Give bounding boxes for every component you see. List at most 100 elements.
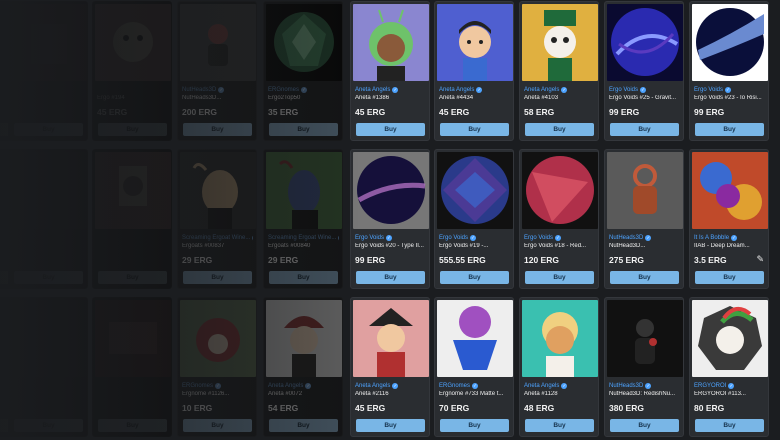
nft-thumbnail[interactable] <box>266 300 342 377</box>
collection-name[interactable]: Aneta Angels <box>524 87 559 93</box>
nft-title[interactable]: Ergo Voids #23 - Io Risi... <box>694 95 765 104</box>
nft-title[interactable]: Ergoats #00840 <box>268 243 339 252</box>
collection-link[interactable]: Ergo Voids ✓ <box>524 233 595 242</box>
buy-button[interactable]: Buy <box>14 271 83 284</box>
nft-card[interactable]: ERGnomes ✓ Ergnome #1126... 10 ERG Buy <box>177 297 257 437</box>
collection-name[interactable]: Ergo Voids <box>694 87 723 93</box>
collection-link[interactable] <box>97 381 168 390</box>
nft-card[interactable]: NutHeads3D ✓ NutHeads3D... 200 ERG Buy <box>177 1 257 141</box>
nft-title[interactable]: Ergnome #1126... <box>182 391 253 400</box>
nft-thumbnail[interactable] <box>522 152 598 229</box>
buy-button[interactable]: Buy <box>98 271 167 284</box>
collection-link[interactable]: Ergo Voids ✓ <box>694 85 765 94</box>
collection-link[interactable]: Aneta Angels ✓ <box>524 381 595 390</box>
nft-thumbnail[interactable] <box>607 4 683 81</box>
buy-button[interactable]: Buy <box>14 419 83 432</box>
nft-thumbnail[interactable] <box>692 152 768 229</box>
nft-thumbnail[interactable] <box>607 300 683 377</box>
collection-name[interactable]: NutHeads3D <box>182 87 216 93</box>
nft-thumbnail[interactable] <box>437 4 513 81</box>
collection-name[interactable]: It Is A Bobble <box>694 235 729 241</box>
nft-thumbnail[interactable] <box>11 4 87 81</box>
collection-link[interactable]: Aneta Angels ✓ <box>355 381 426 390</box>
nft-card[interactable]: Aneta Angels ✓ Aneta #1386 45 ERG Buy <box>350 1 430 141</box>
collection-link[interactable] <box>13 233 84 242</box>
collection-link[interactable] <box>97 85 168 94</box>
nft-card[interactable]: Ergo Voids ✓ Ergo Voids #18 - Red... 120 ER… <box>519 149 599 289</box>
buy-button[interactable]: Buy <box>610 419 679 432</box>
collection-link[interactable]: Screaming Ergoat Wine...✓ <box>268 233 339 242</box>
collection-link[interactable]: Aneta Angels ✓ <box>439 85 510 94</box>
nft-thumbnail[interactable] <box>95 4 171 81</box>
buy-button[interactable]: Buy <box>269 419 338 432</box>
buy-button[interactable]: Buy <box>610 271 679 284</box>
nft-title[interactable]: Ergo Voids #25 - Gravit... <box>609 95 680 104</box>
collection-name[interactable]: Ergo Voids <box>524 235 553 241</box>
buy-button[interactable]: Buy <box>14 123 83 136</box>
collection-name[interactable]: Ergo Voids <box>439 235 468 241</box>
nft-card[interactable]: Ergo Voids ✓ Ergo Voids #25 - Gravit... 99 … <box>604 1 684 141</box>
nft-card[interactable]: It Is A Bobble ✓ IIAB - Deep Dream... 3.5 E… <box>689 149 769 289</box>
collection-name[interactable]: NutHeads3D <box>609 235 643 241</box>
nft-thumbnail[interactable] <box>353 152 429 229</box>
collection-link[interactable] <box>13 381 84 390</box>
collection-link[interactable]: Ergo Voids ✓ <box>439 233 510 242</box>
buy-button[interactable]: Buy <box>440 271 509 284</box>
nft-thumbnail[interactable] <box>180 152 256 229</box>
collection-name[interactable]: Aneta Angels <box>268 383 303 389</box>
nft-card[interactable]: ERGYOROI ✓ ERGYOROI #113... 80 ERG Buy <box>689 297 769 437</box>
buy-button[interactable]: Buy <box>98 419 167 432</box>
nft-thumbnail[interactable] <box>692 4 768 81</box>
collection-link[interactable]: NutHeads3D ✓ <box>182 85 253 94</box>
nft-title[interactable] <box>13 243 84 252</box>
collection-name[interactable]: Ergo Voids <box>355 235 384 241</box>
nft-thumbnail[interactable] <box>180 4 256 81</box>
nft-card[interactable]: Buy <box>92 149 172 289</box>
nft-title[interactable]: Aneta #4434 <box>439 95 510 104</box>
nft-card[interactable]: NutHeads3D ✓ NutHead3D: RedishNu... 380 ERG… <box>604 297 684 437</box>
nft-title[interactable] <box>13 95 84 104</box>
collection-link[interactable]: Aneta Angels ✓ <box>524 85 595 94</box>
nft-title[interactable] <box>13 391 84 400</box>
nft-card[interactable]: Buy <box>8 149 88 289</box>
nft-card[interactable]: Buy <box>8 1 88 141</box>
buy-button[interactable]: Buy <box>356 419 425 432</box>
nft-card[interactable]: Ergo Voids ✓ Ergo Voids #23 - Io Risi... 99… <box>689 1 769 141</box>
nft-card[interactable]: Buy <box>8 297 88 437</box>
nft-thumbnail[interactable] <box>266 152 342 229</box>
buy-button[interactable]: Buy <box>525 271 594 284</box>
buy-button[interactable]: Buy <box>440 123 509 136</box>
nft-card[interactable]: Aneta Angels ✓ Aneta #4434 45 ERG Buy <box>434 1 514 141</box>
nft-card[interactable]: Aneta Angels ✓ Aneta #2116 45 ERG Buy <box>350 297 430 437</box>
nft-title[interactable]: Ergoats #00837 <box>182 243 253 252</box>
buy-button[interactable]: Buy <box>356 123 425 136</box>
collection-link[interactable]: NutHeads3D ✓ <box>609 381 680 390</box>
nft-card[interactable]: Aneta Angels ✓ Aneta #0072 54 ERG Buy <box>263 297 343 437</box>
collection-name[interactable]: NutHeads3D <box>609 383 643 389</box>
buy-button[interactable]: Buy <box>525 123 594 136</box>
collection-link[interactable]: Screaming Ergoat Wine...✓ <box>182 233 253 242</box>
collection-link[interactable]: ERGnomes ✓ <box>182 381 253 390</box>
nft-thumbnail[interactable] <box>522 4 598 81</box>
nft-title[interactable]: NutHeads3D... <box>182 95 253 104</box>
nft-thumbnail[interactable] <box>437 300 513 377</box>
nft-title[interactable]: Aneta #1128 <box>524 391 595 400</box>
buy-button[interactable]: Buy <box>356 271 425 284</box>
nft-title[interactable]: Ergo #194 <box>97 95 168 104</box>
collection-name[interactable]: ERGnomes <box>268 87 299 93</box>
nft-thumbnail[interactable] <box>522 300 598 377</box>
buy-button[interactable]: Buy <box>440 419 509 432</box>
nft-title[interactable]: NutHead3D: RedishNu... <box>609 391 680 400</box>
nft-title[interactable]: Aneta #0072 <box>268 391 339 400</box>
nft-card[interactable]: NutHeads3D ✓ NutHead3D... 275 ERG Buy <box>604 149 684 289</box>
nft-thumbnail[interactable] <box>180 300 256 377</box>
nft-card[interactable]: ERGnomes ✓ Ergnome #733 Matte t... 70 ERG Bu… <box>434 297 514 437</box>
collection-name[interactable]: ERGYOROI <box>694 383 726 389</box>
nft-title[interactable] <box>97 391 168 400</box>
collection-link[interactable] <box>97 233 168 242</box>
buy-button[interactable]: Buy <box>695 271 764 284</box>
collection-name[interactable]: Aneta Angels <box>524 383 559 389</box>
nft-card[interactable]: Screaming Ergoat Wine...✓Ergoats #008402… <box>263 149 343 289</box>
collection-link[interactable]: It Is A Bobble ✓ <box>694 233 765 242</box>
nft-title[interactable]: ERGYOROI #113... <box>694 391 765 400</box>
